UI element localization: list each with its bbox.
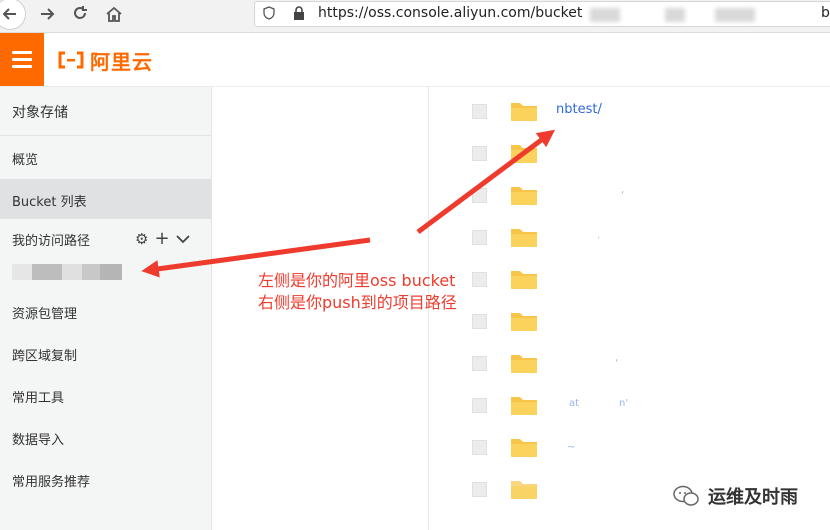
sidebar-title: 对象存储 xyxy=(0,87,211,136)
blurred-text: n' xyxy=(619,398,629,409)
sidebar-item-common-tools[interactable]: 常用工具 xyxy=(0,375,211,415)
blurred-region xyxy=(665,8,685,22)
sidebar-item-label: Bucket 列表 xyxy=(12,195,87,210)
file-row[interactable]: ‘ xyxy=(429,344,830,386)
chevron-down-icon[interactable] xyxy=(175,230,190,248)
access-path-entry-blurred[interactable] xyxy=(12,264,122,280)
row-checkbox[interactable] xyxy=(472,104,487,119)
sidebar-item-label: 资源包管理 xyxy=(12,307,78,322)
row-checkbox[interactable] xyxy=(472,356,487,371)
folder-icon xyxy=(511,313,537,331)
file-list: nbtest/ ‘ · ‘ at n' ~ xyxy=(429,87,830,530)
sidebar-item-label: 跨区域复制 xyxy=(12,349,78,364)
browser-toolbar: https://oss.console.aliyun.com/bucket b xyxy=(0,0,830,33)
lock-icon xyxy=(294,6,304,20)
blurred-text: · xyxy=(597,233,601,244)
folder-icon xyxy=(511,145,537,163)
blurred-text: ‘ xyxy=(615,358,619,369)
sidebar-item-label: 我的访问路径 xyxy=(12,234,91,249)
aliyun-logo-icon xyxy=(58,51,84,69)
sidebar-item-resource-packages[interactable]: 资源包管理 xyxy=(0,291,211,331)
sidebar-item-overview[interactable]: 概览 xyxy=(0,137,211,177)
file-row[interactable]: nbtest/ xyxy=(429,92,830,134)
folder-icon xyxy=(511,397,537,415)
row-checkbox[interactable] xyxy=(472,272,487,287)
row-checkbox[interactable] xyxy=(472,398,487,413)
url-tail: b xyxy=(821,5,830,21)
file-row[interactable]: · xyxy=(429,218,830,260)
row-checkbox[interactable] xyxy=(472,482,487,497)
folder-icon xyxy=(511,187,537,205)
sidebar-item-data-import[interactable]: 数据导入 xyxy=(0,417,211,457)
logo-text: 阿里云 xyxy=(90,49,153,74)
row-checkbox[interactable] xyxy=(472,146,487,161)
blurred-region xyxy=(590,8,620,22)
blurred-region xyxy=(715,8,755,22)
plus-icon[interactable]: + xyxy=(154,228,169,249)
file-row[interactable] xyxy=(429,260,830,302)
menu-icon[interactable] xyxy=(0,33,44,86)
sidebar: 对象存储 概览 Bucket 列表 我的访问路径 ⚙ + 资源包管理 跨区域复制… xyxy=(0,87,212,530)
file-row[interactable] xyxy=(429,134,830,176)
blurred-text: ~ xyxy=(567,442,576,453)
sidebar-item-bucket-list[interactable]: Bucket 列表 xyxy=(0,179,211,219)
shield-icon xyxy=(263,6,275,20)
gear-icon[interactable]: ⚙ xyxy=(135,230,148,248)
folder-icon xyxy=(511,103,537,121)
sidebar-item-label: 概览 xyxy=(12,153,39,168)
file-row[interactable]: ‘ xyxy=(429,176,830,218)
folder-icon xyxy=(511,481,537,499)
reload-icon[interactable] xyxy=(66,0,94,28)
row-checkbox[interactable] xyxy=(472,230,487,245)
file-row[interactable] xyxy=(429,302,830,344)
sidebar-item-access-paths[interactable]: 我的访问路径 ⚙ + xyxy=(0,218,211,258)
sidebar-item-recommended-services[interactable]: 常用服务推荐 xyxy=(0,459,211,499)
sidebar-item-cross-region-replication[interactable]: 跨区域复制 xyxy=(0,333,211,373)
folder-icon xyxy=(511,439,537,457)
back-icon[interactable] xyxy=(0,0,26,30)
sidebar-item-label: 常用工具 xyxy=(12,391,65,406)
row-checkbox[interactable] xyxy=(472,188,487,203)
file-name[interactable]: nbtest/ xyxy=(556,102,602,117)
annotation-text: 左侧是你的阿里oss bucket 右侧是你push到的项目路径 xyxy=(258,270,457,314)
folder-icon xyxy=(511,229,537,247)
blurred-text: ‘ xyxy=(621,190,625,201)
sidebar-title-text: 对象存储 xyxy=(12,105,68,121)
annotation-line-2: 右侧是你push到的项目路径 xyxy=(258,293,457,312)
row-checkbox[interactable] xyxy=(472,440,487,455)
home-icon[interactable] xyxy=(100,0,128,28)
file-row[interactable]: at n' xyxy=(429,386,830,428)
blurred-text: at xyxy=(569,398,580,409)
url-text: https://oss.console.aliyun.com/bucket xyxy=(318,5,583,21)
sidebar-item-label: 常用服务推荐 xyxy=(12,475,91,490)
console-header: 阿里云 xyxy=(0,33,830,87)
sidebar-item-label: 数据导入 xyxy=(12,433,65,448)
folder-icon xyxy=(511,271,537,289)
wechat-icon xyxy=(673,485,699,506)
watermark-text: 运维及时雨 xyxy=(708,487,798,508)
address-bar[interactable]: https://oss.console.aliyun.com/bucket b xyxy=(254,1,830,27)
aliyun-logo[interactable]: 阿里云 xyxy=(57,46,153,74)
folder-icon xyxy=(511,355,537,373)
watermark: 运维及时雨 xyxy=(672,483,798,509)
file-row[interactable]: ~ xyxy=(429,428,830,470)
annotation-line-1: 左侧是你的阿里oss bucket xyxy=(258,271,456,290)
row-checkbox[interactable] xyxy=(472,314,487,329)
forward-icon[interactable] xyxy=(33,0,61,28)
